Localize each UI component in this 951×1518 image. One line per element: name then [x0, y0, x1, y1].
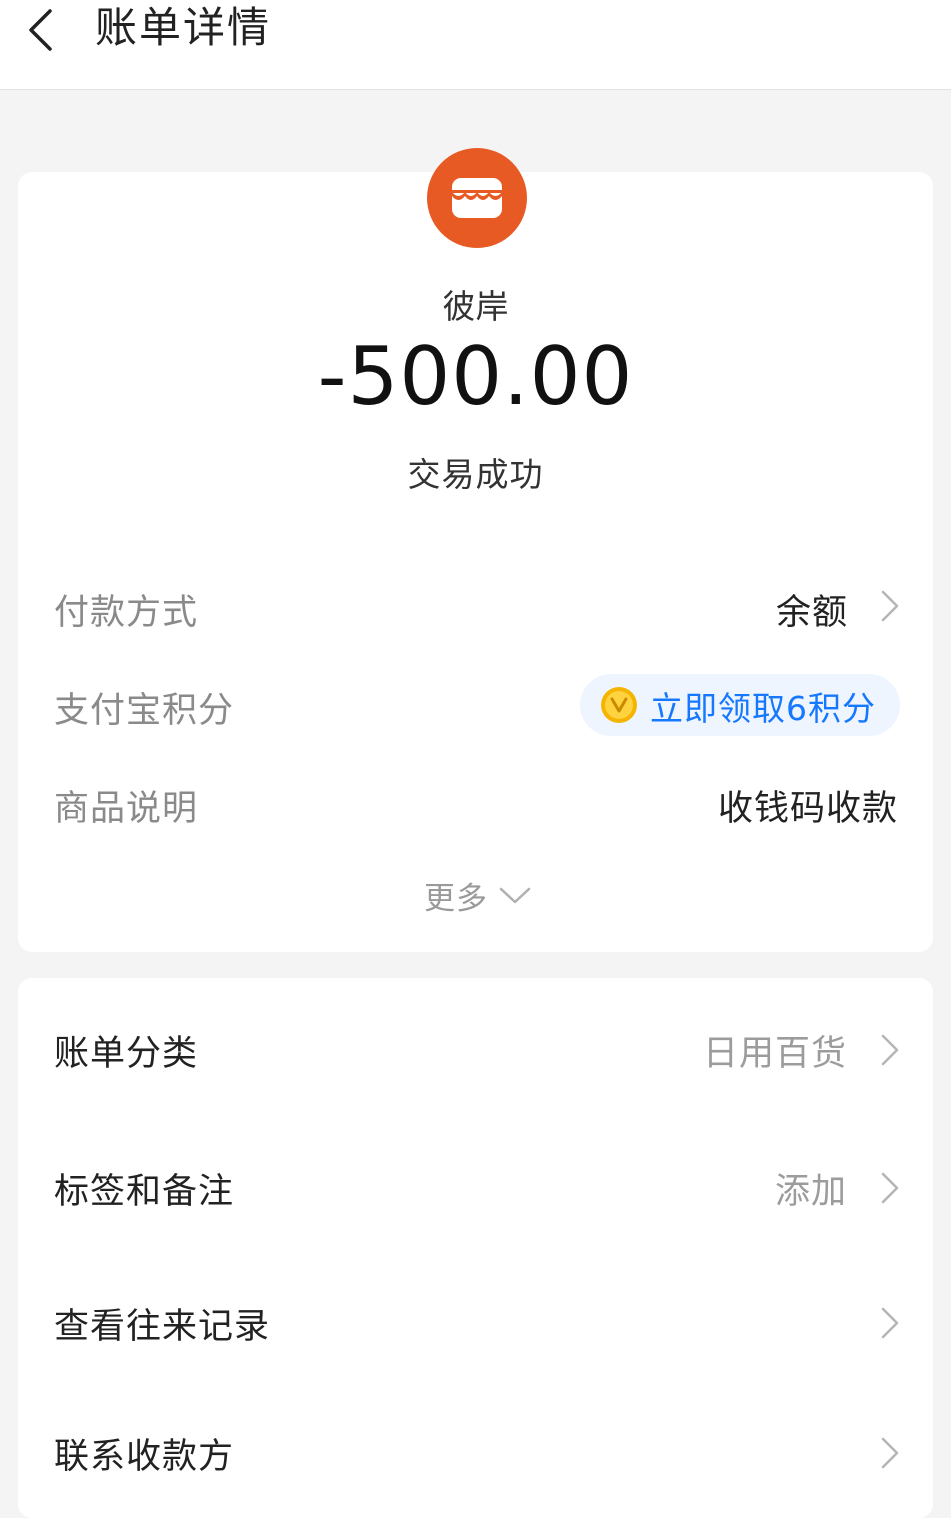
chevron-right-icon [881, 1034, 899, 1066]
payment-method-value[interactable]: 余额 [776, 584, 848, 635]
tags-notes-label: 标签和备注 [54, 1172, 235, 1212]
chevron-right-icon [881, 1307, 899, 1339]
chevron-right-icon [881, 1437, 899, 1469]
contact-payee-label: 联系收款方 [54, 1437, 235, 1477]
description-value: 收钱码收款 [717, 789, 898, 829]
points-label: 支付宝积分 [54, 691, 235, 731]
back-button[interactable] [14, 0, 66, 60]
transaction-status: 交易成功 [407, 455, 544, 494]
more-label: 更多 [424, 880, 488, 917]
chevron-right-icon[interactable] [878, 589, 902, 623]
chevron-right-icon [881, 1172, 899, 1204]
shop-icon [452, 178, 502, 218]
bill-category-row[interactable]: 账单分类 日用百货 [18, 997, 933, 1097]
tags-notes-value: 添加 [774, 1172, 847, 1212]
top-bar: 账单详情 [0, 0, 951, 90]
payment-method-label: 付款方式 [54, 593, 199, 633]
chevron-down-icon [499, 887, 531, 904]
view-history-row[interactable]: 查看往来记录 [18, 1270, 933, 1370]
claim-points-text[interactable]: 立即领取6积分 [650, 682, 876, 730]
merchant-name: 彼岸 [442, 287, 509, 326]
tags-notes-row[interactable]: 标签和备注 添加 [18, 1135, 933, 1235]
chevron-left-icon [29, 9, 52, 51]
transaction-amount: -500.00 [317, 330, 634, 423]
page-title: 账单详情 [95, 3, 272, 52]
merchant-avatar[interactable] [427, 148, 527, 248]
description-label: 商品说明 [54, 789, 199, 829]
bill-category-value: 日用百货 [702, 1034, 847, 1074]
more-button[interactable]: 更多 [424, 875, 532, 917]
coin-icon [601, 687, 637, 723]
view-history-label: 查看往来记录 [54, 1307, 271, 1347]
bill-category-label: 账单分类 [54, 1034, 199, 1074]
contact-payee-row[interactable]: 联系收款方 [18, 1400, 933, 1500]
